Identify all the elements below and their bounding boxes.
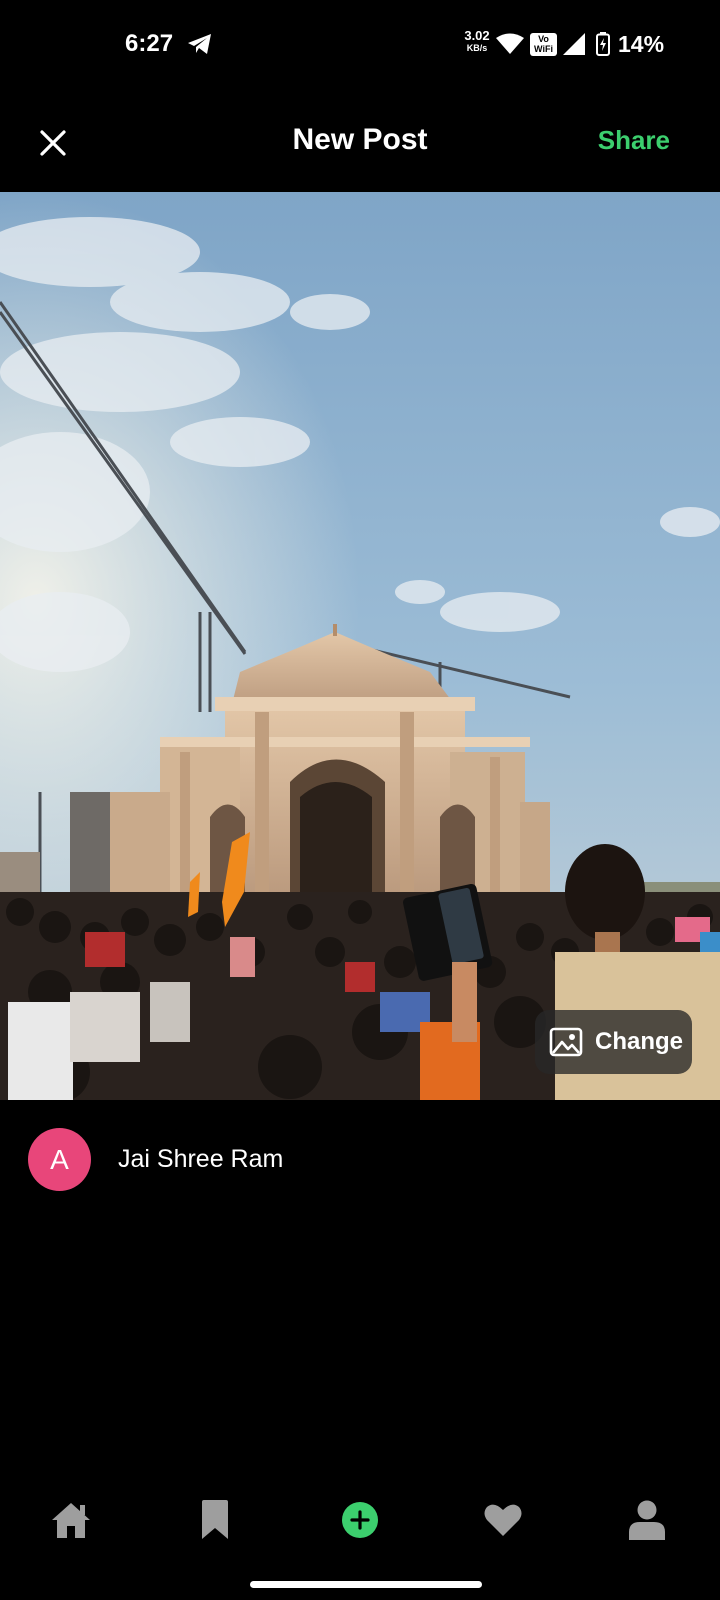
post-caption[interactable]: Jai Shree Ram <box>118 1145 283 1174</box>
bookmark-icon <box>202 1500 228 1539</box>
status-time: 6:27 <box>125 30 174 57</box>
change-label: Change <box>595 1028 684 1055</box>
add-circle-icon <box>342 1502 378 1538</box>
change-photo-button[interactable]: Change <box>535 1010 692 1074</box>
share-button[interactable]: Share <box>598 125 670 156</box>
signal-icon <box>563 33 585 55</box>
nav-profile[interactable] <box>617 1490 677 1550</box>
profile-icon <box>629 1500 665 1540</box>
header: New Post Share <box>0 100 720 190</box>
wifi-icon <box>496 33 524 54</box>
post-caption-row: A Jai Shree Ram <box>0 1128 720 1196</box>
home-icon <box>52 1503 90 1538</box>
nav-home[interactable] <box>41 1490 101 1550</box>
bottom-nav <box>0 1490 720 1550</box>
image-icon <box>549 1027 583 1057</box>
vowifi-icon: Vo WiFi <box>530 33 557 56</box>
battery-percent: 14% <box>618 31 665 57</box>
network-speed: 3.02 KB/s <box>464 28 490 53</box>
battery-charging-icon <box>596 32 610 56</box>
post-photo[interactable] <box>0 192 720 1100</box>
heart-icon <box>484 1504 522 1536</box>
home-indicator[interactable] <box>250 1581 482 1588</box>
temple-crowd-photo <box>0 192 720 1100</box>
nav-bookmarks[interactable] <box>185 1490 245 1550</box>
nav-likes[interactable] <box>473 1490 533 1550</box>
nav-new-post[interactable] <box>330 1490 390 1550</box>
telegram-icon <box>188 34 211 54</box>
status-bar: 6:27 3.02 KB/s Vo WiFi 14% <box>0 0 720 90</box>
avatar[interactable]: A <box>28 1128 91 1191</box>
